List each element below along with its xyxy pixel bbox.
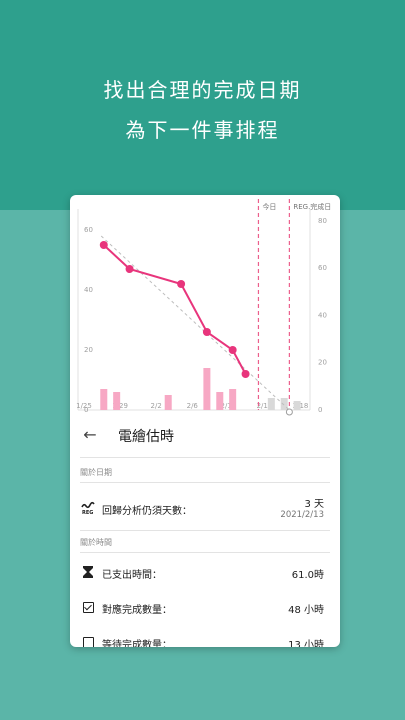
hero-title-line-2: 為下一件事排程 [125, 118, 280, 142]
back-arrow-icon[interactable]: ← [80, 425, 100, 445]
section-label-date: 關於日期 [80, 468, 112, 477]
marker-label: 今日 [262, 202, 276, 211]
corresponding-value: 48 小時 [288, 605, 324, 616]
chart-canvas: 02040600204060801/251/292/22/62/102/142/… [76, 199, 331, 416]
hourglass-icon [81, 565, 95, 579]
chart-bar [216, 392, 224, 410]
regression-icon: REG [81, 501, 95, 515]
hero-banner: 找出合理的完成日期 為下一件事排程 [0, 0, 405, 210]
series-line [103, 244, 247, 375]
series-point [125, 265, 134, 273]
y-right-tick-label: 60 [318, 264, 327, 272]
section-label-time: 關於時間 [80, 538, 112, 547]
x-tick-label: 2/2 [151, 402, 162, 410]
y-left-tick-label: 40 [84, 286, 93, 294]
series-point [228, 346, 237, 354]
app-bar: ← 電繪估時 [70, 417, 340, 457]
x-tick-label: 2/6 [187, 402, 199, 410]
y-right-tick-label: 0 [318, 406, 322, 414]
corresponding-label: 對應完成數量： [102, 605, 172, 616]
chart-bar [267, 398, 275, 410]
regression-label: 回歸分析仍須天數： [102, 506, 192, 517]
chart-bar [113, 392, 121, 410]
x-tick-label: 1/25 [76, 402, 92, 410]
estimate-chart: 02040600204060801/251/292/22/62/102/142/… [70, 195, 340, 417]
chart-bar [229, 389, 237, 410]
app-screenshot-card: 02040600204060801/251/292/22/62/102/142/… [70, 195, 340, 647]
hero-title-line-1: 找出合理的完成日期 [103, 78, 302, 102]
pending-label: 等待完成數量： [102, 640, 172, 647]
y-right-tick-label: 40 [318, 311, 327, 319]
chart-bar [280, 398, 288, 410]
trend-line [100, 235, 290, 411]
divider [80, 530, 330, 531]
pending-row[interactable]: 等待完成數量： 13 小時 [70, 633, 340, 647]
marker-label: REG.完成日 [293, 202, 331, 211]
checkbox-empty-icon[interactable] [81, 635, 95, 647]
y-right-tick-label: 80 [318, 217, 327, 225]
series-point [241, 370, 250, 378]
app-title: 電繪估時 [118, 429, 174, 445]
series-point [177, 280, 186, 288]
regression-row[interactable]: REG 回歸分析仍須天數： 3 天 2021/2/13 [70, 495, 340, 525]
series-point [202, 328, 211, 336]
y-right-tick-label: 20 [318, 359, 327, 367]
marker-endpoint [285, 408, 293, 416]
divider [80, 457, 330, 458]
regression-days-value: 3 天 [304, 499, 324, 510]
regression-date-value: 2021/2/13 [280, 510, 324, 520]
y-left-tick-label: 20 [84, 346, 93, 354]
y-left-tick-label: 60 [84, 226, 93, 234]
pending-value: 13 小時 [288, 640, 324, 647]
chart-bar [203, 368, 211, 410]
spent-time-label: 已支出時間： [102, 570, 162, 581]
spent-time-row[interactable]: 已支出時間： 61.0時 [70, 563, 340, 581]
svg-text:REG: REG [82, 510, 93, 515]
chart-bar [293, 401, 301, 410]
chart-bar [164, 395, 172, 410]
divider [80, 552, 330, 553]
series-point [99, 241, 108, 249]
chart-bar [100, 389, 108, 410]
checkbox-checked-icon[interactable] [81, 600, 95, 614]
divider [80, 482, 330, 483]
corresponding-row[interactable]: 對應完成數量： 48 小時 [70, 598, 340, 616]
spent-time-value: 61.0時 [291, 570, 324, 581]
